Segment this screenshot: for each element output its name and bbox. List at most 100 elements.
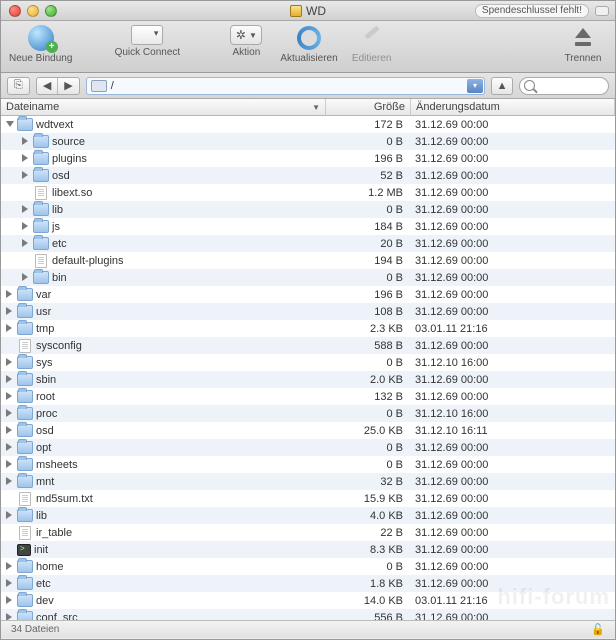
table-row[interactable]: mnt32 B31.12.69 00:00 [1,473,615,490]
disclosure-triangle-icon[interactable] [21,273,30,282]
table-row[interactable]: etc1.8 KB31.12.69 00:00 [1,575,615,592]
disclosure-triangle-icon[interactable] [5,120,14,129]
file-list[interactable]: wdtvext172 B31.12.69 00:00source0 B31.12… [1,116,615,620]
edit-button[interactable]: Editieren [348,24,396,64]
table-row[interactable]: tmp2.3 KB03.01.11 21:16 [1,320,615,337]
file-name: lib [52,204,63,216]
zoom-window-button[interactable] [45,5,57,17]
file-name: plugins [52,153,87,165]
refresh-button[interactable]: Aktualisieren [280,24,337,64]
table-row[interactable]: sysconfig588 B31.12.69 00:00 [1,337,615,354]
table-row[interactable]: var196 B31.12.69 00:00 [1,286,615,303]
table-row[interactable]: lib0 B31.12.69 00:00 [1,201,615,218]
file-date: 31.12.69 00:00 [411,612,615,621]
file-size: 108 B [326,306,411,318]
path-field[interactable]: / ▾ [86,77,485,95]
file-date: 31.12.69 00:00 [411,272,615,284]
file-name: osd [52,170,70,182]
column-header-size[interactable]: Größe [326,99,411,115]
search-icon [524,80,535,91]
file-icon [35,254,47,268]
file-date: 31.12.69 00:00 [411,493,615,505]
disclosure-triangle-icon[interactable] [21,137,30,146]
quick-connect-dropdown[interactable]: Quick Connect [82,24,212,58]
folder-icon [17,441,33,454]
disclosure-triangle-icon[interactable] [21,239,30,248]
file-size: 0 B [326,204,411,216]
table-row[interactable]: sbin2.0 KB31.12.69 00:00 [1,371,615,388]
disclosure-triangle-icon[interactable] [21,222,30,231]
file-name: sbin [36,374,56,386]
table-row[interactable]: ir_table22 B31.12.69 00:00 [1,524,615,541]
table-row[interactable]: home0 B31.12.69 00:00 [1,558,615,575]
nav-forward-button[interactable]: ▶ [58,79,78,92]
column-header-name[interactable]: Dateiname ▼ [1,99,326,115]
sort-indicator-icon: ▼ [312,103,320,112]
disclosure-triangle-icon[interactable] [5,290,14,299]
disclosure-triangle-icon[interactable] [5,375,14,384]
disclosure-triangle-icon[interactable] [5,307,14,316]
file-name: etc [52,238,67,250]
toolbar-toggle-button[interactable] [595,6,609,16]
table-row[interactable]: proc0 B31.12.10 16:00 [1,405,615,422]
disclosure-triangle-icon[interactable] [5,596,14,605]
disclosure-triangle-icon[interactable] [5,409,14,418]
disclosure-triangle-icon[interactable] [5,477,14,486]
table-row[interactable]: js184 B31.12.69 00:00 [1,218,615,235]
table-row[interactable]: usr108 B31.12.69 00:00 [1,303,615,320]
lock-icon[interactable]: 🔓 [591,623,605,636]
table-row[interactable]: root132 B31.12.69 00:00 [1,388,615,405]
table-row[interactable]: msheets0 B31.12.69 00:00 [1,456,615,473]
disclosure-triangle-icon[interactable] [5,426,14,435]
nav-back-button[interactable]: ◀ [37,79,57,92]
table-row[interactable]: sys0 B31.12.10 16:00 [1,354,615,371]
search-field[interactable] [519,77,609,95]
disclosure-triangle-icon[interactable] [5,324,14,333]
disclosure-triangle-icon[interactable] [5,613,14,620]
folder-icon [33,152,49,165]
volume-icon [290,5,302,17]
disclosure-triangle-icon[interactable] [5,511,14,520]
disclosure-triangle-icon[interactable] [5,579,14,588]
table-row[interactable]: md5sum.txt15.9 KB31.12.69 00:00 [1,490,615,507]
table-row[interactable]: bin0 B31.12.69 00:00 [1,269,615,286]
table-row[interactable]: wdtvext172 B31.12.69 00:00 [1,116,615,133]
folder-icon [33,220,49,233]
table-row[interactable]: source0 B31.12.69 00:00 [1,133,615,150]
table-row[interactable]: init8.3 KB31.12.69 00:00 [1,541,615,558]
path-dropdown-button[interactable]: ▾ [467,79,483,93]
table-row[interactable]: libext.so1.2 MB31.12.69 00:00 [1,184,615,201]
bookmarks-button[interactable]: ⎘ [7,77,30,95]
disclosure-triangle-icon[interactable] [21,171,30,180]
disclosure-triangle-icon[interactable] [5,460,14,469]
file-date: 31.12.69 00:00 [411,119,615,131]
new-connection-button[interactable]: + Neue Bindung [9,24,72,64]
table-row[interactable]: plugins196 B31.12.69 00:00 [1,150,615,167]
table-row[interactable]: etc20 B31.12.69 00:00 [1,235,615,252]
license-warning-pill[interactable]: Spendeschlussel fehlt! [475,4,589,18]
file-name: bin [52,272,67,284]
folder-icon [17,458,33,471]
disclosure-triangle-icon[interactable] [5,443,14,452]
table-row[interactable]: lib4.0 KB31.12.69 00:00 [1,507,615,524]
action-menu-button[interactable]: ✲▼ Aktion [222,24,270,58]
close-window-button[interactable] [9,5,21,17]
quick-connect-combo[interactable] [131,25,163,45]
column-header-date[interactable]: Änderungsdatum [411,99,615,115]
go-up-button[interactable]: ▲ [491,77,513,95]
disclosure-triangle-icon[interactable] [21,205,30,214]
table-row[interactable]: osd52 B31.12.69 00:00 [1,167,615,184]
file-date: 31.12.69 00:00 [411,306,615,318]
file-name: init [34,544,48,556]
disclosure-triangle-icon[interactable] [5,358,14,367]
minimize-window-button[interactable] [27,5,39,17]
disclosure-triangle-icon[interactable] [5,392,14,401]
table-row[interactable]: osd25.0 KB31.12.10 16:11 [1,422,615,439]
table-row[interactable]: conf_src556 B31.12.69 00:00 [1,609,615,620]
table-row[interactable]: dev14.0 KB03.01.11 21:16 [1,592,615,609]
disclosure-triangle-icon[interactable] [5,562,14,571]
table-row[interactable]: opt0 B31.12.69 00:00 [1,439,615,456]
disclosure-triangle-icon[interactable] [21,154,30,163]
table-row[interactable]: default-plugins194 B31.12.69 00:00 [1,252,615,269]
disconnect-button[interactable]: Trennen [559,24,607,64]
